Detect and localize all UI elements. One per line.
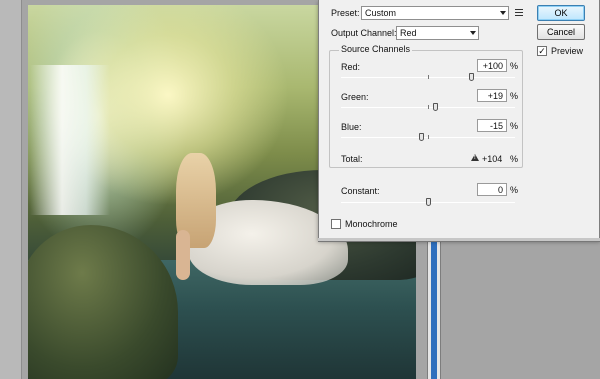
monochrome-label: Monochrome [345, 219, 398, 229]
blue-slider-center-tick [428, 135, 429, 139]
green-unit: % [510, 91, 519, 101]
red-slider-thumb[interactable] [469, 73, 474, 81]
source-channels-title: Source Channels [339, 44, 413, 54]
blue-slider-thumb[interactable] [419, 133, 424, 141]
cancel-button[interactable]: Cancel [537, 24, 585, 40]
channel-mixer-dialog: Preset: Custom Output Channel: Red OK Ca… [318, 0, 600, 240]
red-slider-center-tick [428, 75, 429, 79]
preview-checkbox[interactable]: ✓ [537, 46, 547, 56]
total-label: Total: [341, 154, 363, 164]
warning-triangle-icon [471, 154, 479, 161]
blue-label: Blue: [341, 122, 362, 132]
figure-arm [176, 230, 190, 280]
chevron-down-icon [470, 31, 476, 35]
waterfall [30, 65, 110, 215]
chevron-down-icon [500, 11, 506, 15]
preset-select[interactable]: Custom [361, 6, 509, 20]
constant-value-field[interactable]: 0 [477, 183, 507, 196]
green-slider-thumb[interactable] [433, 103, 438, 111]
total-value: +104 [482, 154, 503, 164]
green-slider-center-tick [428, 105, 429, 109]
ok-button[interactable]: OK [537, 5, 585, 21]
output-channel-label: Output Channel: [331, 28, 397, 38]
output-channel-select[interactable]: Red [396, 26, 479, 40]
canvas-left-border [0, 0, 22, 379]
constant-label: Constant: [341, 186, 380, 196]
preset-label: Preset: [331, 8, 360, 18]
green-value-field[interactable]: +19 [477, 89, 507, 102]
green-label: Green: [341, 92, 369, 102]
checkmark-icon: ✓ [538, 46, 546, 56]
preset-value: Custom [365, 8, 397, 18]
monochrome-checkbox[interactable] [331, 219, 341, 229]
list-menu-icon[interactable] [515, 9, 527, 19]
red-value-field[interactable]: +100 [477, 59, 507, 72]
output-channel-value: Red [400, 28, 417, 38]
canvas-scrollbar[interactable] [427, 240, 441, 379]
blue-unit: % [510, 121, 519, 131]
rock-left [28, 225, 178, 379]
red-label: Red: [341, 62, 361, 72]
red-unit: % [510, 61, 519, 71]
constant-slider-thumb[interactable] [426, 198, 431, 206]
scroll-thumb[interactable] [431, 240, 437, 379]
preview-label: Preview [551, 46, 584, 56]
constant-unit: % [510, 185, 519, 195]
dialog-bottom-edge [318, 238, 600, 242]
blue-value-field[interactable]: -15 [477, 119, 507, 132]
total-unit: % [510, 154, 519, 164]
